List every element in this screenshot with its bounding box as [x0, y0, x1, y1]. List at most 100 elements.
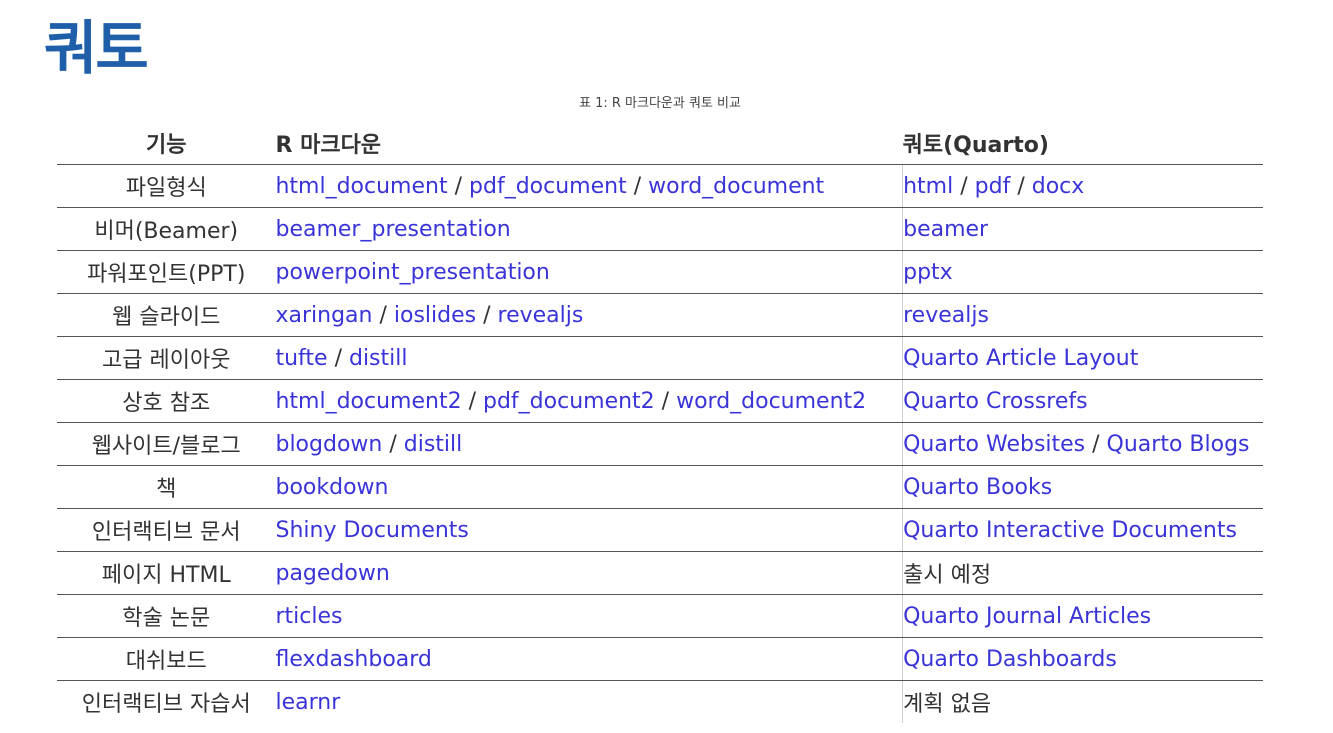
quarto-cell: 계획 없음 [902, 680, 1263, 723]
quarto-format-link[interactable]: beamer [903, 217, 988, 242]
rmarkdown-format-link[interactable]: bookdown [275, 475, 388, 500]
quarto-format-text: 출시 예정 [903, 563, 992, 588]
rmarkdown-format-link[interactable]: learnr [275, 690, 340, 715]
quarto-cell: html / pdf / docx [902, 164, 1263, 208]
column-header-quarto: 쿼토(Quarto) [902, 122, 1263, 165]
table-row: 인터랙티브 문서 Shiny Documents Quarto Interactiv… [57, 508, 1263, 552]
feature-cell: 상호 참조 [57, 379, 276, 423]
quarto-format-link[interactable]: pptx [903, 260, 953, 285]
feature-cell: 비머(Beamer) [57, 207, 276, 251]
quarto-format-link[interactable]: Quarto Journal Articles [903, 604, 1151, 629]
link-separator: / [382, 431, 404, 457]
link-separator: / [1085, 431, 1107, 457]
quarto-cell: Quarto Websites / Quarto Blogs [902, 422, 1263, 466]
quarto-cell: Quarto Crossrefs [902, 379, 1263, 423]
comparison-table: 기능 R 마크다운 쿼토(Quarto) 파일형식 html_document /… [57, 122, 1263, 723]
feature-cell: 대쉬보드 [57, 637, 276, 681]
rmarkdown-format-link[interactable]: distill [349, 346, 408, 371]
quarto-format-link[interactable]: Quarto Websites [903, 432, 1085, 457]
rmarkdown-format-link[interactable]: powerpoint_presentation [275, 260, 549, 285]
rmarkdown-cell: html_document2 / pdf_document2 / word_do… [275, 379, 903, 423]
rmarkdown-cell: pagedown [275, 551, 903, 595]
table-caption: 표 1: R 마크다운과 쿼토 비교 [579, 96, 741, 111]
table-header-row: 기능 R 마크다운 쿼토(Quarto) [57, 122, 1263, 165]
quarto-cell: 출시 예정 [902, 551, 1263, 595]
feature-cell: 인터랙티브 문서 [57, 508, 276, 552]
table-body: 파일형식 html_document / pdf_document / word_… [57, 164, 1263, 723]
rmarkdown-format-link[interactable]: flexdashboard [275, 647, 431, 672]
link-separator: / [372, 302, 394, 328]
quarto-cell: beamer [902, 207, 1263, 251]
table-row: 파워포인트(PPT) powerpoint_presentation pptx [57, 250, 1263, 294]
table-row: 책 bookdown Quarto Books [57, 465, 1263, 509]
table-row: 웹사이트/블로그 blogdown / distill Quarto Website… [57, 422, 1263, 466]
quarto-cell: Quarto Books [902, 465, 1263, 509]
rmarkdown-format-link[interactable]: pdf_document [469, 174, 627, 199]
page-title: 쿼토 [44, 14, 149, 82]
rmarkdown-format-link[interactable]: xaringan [275, 303, 372, 328]
table-row: 비머(Beamer) beamer_presentation beamer [57, 207, 1263, 251]
link-separator: / [654, 388, 677, 414]
rmarkdown-cell: rticles [275, 594, 903, 638]
quarto-format-link[interactable]: Quarto Books [903, 475, 1052, 500]
rmarkdown-cell: blogdown / distill [275, 422, 903, 466]
quarto-format-link[interactable]: Quarto Dashboards [903, 647, 1117, 672]
rmarkdown-format-link[interactable]: beamer_presentation [275, 217, 510, 242]
column-header-rmarkdown: R 마크다운 [275, 122, 903, 165]
quarto-format-link[interactable]: docx [1032, 174, 1085, 199]
rmarkdown-format-link[interactable]: html_document2 [275, 389, 461, 414]
link-separator: / [1010, 173, 1032, 199]
quarto-format-link[interactable]: Quarto Blogs [1107, 432, 1250, 457]
table-row: 페이지 HTML pagedown 출시 예정 [57, 551, 1263, 595]
table-row: 고급 레이아웃 tufte / distill Quarto Article Lay… [57, 336, 1263, 380]
table-row: 학술 논문 rticles Quarto Journal Articles [57, 594, 1263, 638]
rmarkdown-format-link[interactable]: pagedown [275, 561, 389, 586]
feature-cell: 웹 슬라이드 [57, 293, 276, 337]
rmarkdown-cell: bookdown [275, 465, 903, 509]
rmarkdown-format-link[interactable]: blogdown [275, 432, 382, 457]
quarto-cell: Quarto Journal Articles [902, 594, 1263, 638]
quarto-cell: revealjs [902, 293, 1263, 337]
quarto-format-link[interactable]: html [903, 174, 953, 199]
quarto-format-text: 계획 없음 [903, 692, 992, 717]
quarto-format-link[interactable]: Quarto Crossrefs [903, 389, 1087, 414]
table-row: 인터랙티브 자습서 learnr 계획 없음 [57, 680, 1263, 723]
table-row: 대쉬보드 flexdashboard Quarto Dashboards [57, 637, 1263, 681]
rmarkdown-format-link[interactable]: revealjs [498, 303, 584, 328]
feature-cell: 인터랙티브 자습서 [81, 692, 251, 717]
rmarkdown-format-link[interactable]: Shiny Documents [275, 518, 468, 543]
rmarkdown-format-link[interactable]: html_document [275, 174, 447, 199]
quarto-cell: Quarto Interactive Documents [902, 508, 1263, 552]
rmarkdown-format-link[interactable]: ioslides [394, 303, 476, 328]
rmarkdown-format-link[interactable]: pdf_document2 [483, 389, 655, 414]
feature-cell: 페이지 HTML [57, 551, 276, 595]
feature-cell: 고급 레이아웃 [57, 336, 276, 380]
quarto-format-link[interactable]: revealjs [903, 303, 989, 328]
table-row: 파일형식 html_document / pdf_document / word_… [57, 164, 1263, 208]
link-separator: / [447, 173, 470, 199]
link-separator: / [476, 302, 498, 328]
link-separator: / [953, 173, 975, 199]
rmarkdown-cell: flexdashboard [275, 637, 903, 681]
column-header-feature: 기능 [57, 122, 276, 165]
rmarkdown-cell: powerpoint_presentation [275, 250, 903, 294]
rmarkdown-format-link[interactable]: word_document2 [676, 389, 866, 414]
rmarkdown-format-link[interactable]: distill [404, 432, 463, 457]
rmarkdown-format-link[interactable]: rticles [275, 604, 342, 629]
quarto-format-link[interactable]: Quarto Interactive Documents [903, 518, 1237, 543]
table-row: 웹 슬라이드 xaringan / ioslides / revealjs reve… [57, 293, 1263, 337]
rmarkdown-format-link[interactable]: word_document [648, 174, 824, 199]
link-separator: / [626, 173, 649, 199]
table-row: 상호 참조 html_document2 / pdf_document2 / wo… [57, 379, 1263, 423]
quarto-cell: Quarto Dashboards [902, 637, 1263, 681]
rmarkdown-format-link[interactable]: tufte [275, 346, 327, 371]
feature-cell: 파일형식 [57, 164, 276, 208]
quarto-format-link[interactable]: Quarto Article Layout [903, 346, 1138, 371]
rmarkdown-cell: Shiny Documents [275, 508, 903, 552]
quarto-cell: pptx [902, 250, 1263, 294]
feature-cell: 책 [57, 465, 276, 509]
link-separator: / [461, 388, 483, 414]
feature-cell: 웹사이트/블로그 [57, 422, 276, 466]
rmarkdown-cell: html_document / pdf_document / word_docu… [275, 164, 903, 208]
quarto-format-link[interactable]: pdf [975, 174, 1011, 199]
